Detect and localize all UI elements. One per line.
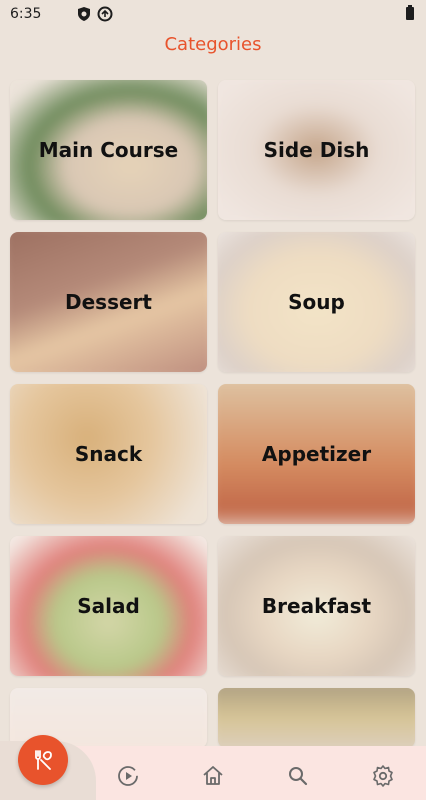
category-label: Appetizer xyxy=(261,442,372,466)
status-icons xyxy=(77,6,113,22)
category-salad[interactable]: Salad xyxy=(10,536,207,676)
status-bar: 6:35 xyxy=(0,0,426,28)
category-side-dish[interactable]: Side Dish xyxy=(218,80,415,220)
category-label: Salad xyxy=(77,594,140,618)
category-label: Side Dish xyxy=(263,138,370,162)
category-appetizer[interactable]: Appetizer xyxy=(218,384,415,524)
category-label: Dessert xyxy=(65,290,152,314)
category-tile-partial[interactable] xyxy=(218,688,415,748)
category-label: Breakfast xyxy=(261,594,372,618)
sync-icon xyxy=(97,6,113,22)
play-icon xyxy=(118,766,138,786)
shield-icon xyxy=(78,7,91,21)
nav-home-button[interactable] xyxy=(200,763,226,789)
category-snack[interactable]: Snack xyxy=(10,384,207,524)
category-dessert[interactable]: Dessert xyxy=(10,232,207,372)
gear-icon xyxy=(373,765,393,787)
category-breakfast[interactable]: Breakfast xyxy=(218,536,415,676)
nav-settings-button[interactable] xyxy=(370,763,396,789)
nav-search-button[interactable] xyxy=(285,763,311,789)
status-time: 6:35 xyxy=(10,6,42,22)
category-label: Snack xyxy=(74,442,143,466)
category-main-course[interactable]: Main Course xyxy=(10,80,207,220)
category-grid: Main Course Side Dish Dessert Soup Snack… xyxy=(10,80,416,748)
page-title: Categories xyxy=(164,34,262,55)
categories-fab-button[interactable] xyxy=(18,735,68,785)
category-label: Main Course xyxy=(38,138,179,162)
category-soup[interactable]: Soup xyxy=(218,232,415,372)
utensils-icon xyxy=(35,750,52,770)
home-icon xyxy=(203,766,223,785)
nav-play-button[interactable] xyxy=(115,763,141,789)
category-label: Soup xyxy=(288,290,345,314)
search-icon xyxy=(289,767,308,786)
battery-icon xyxy=(406,5,414,20)
category-image xyxy=(218,688,415,748)
